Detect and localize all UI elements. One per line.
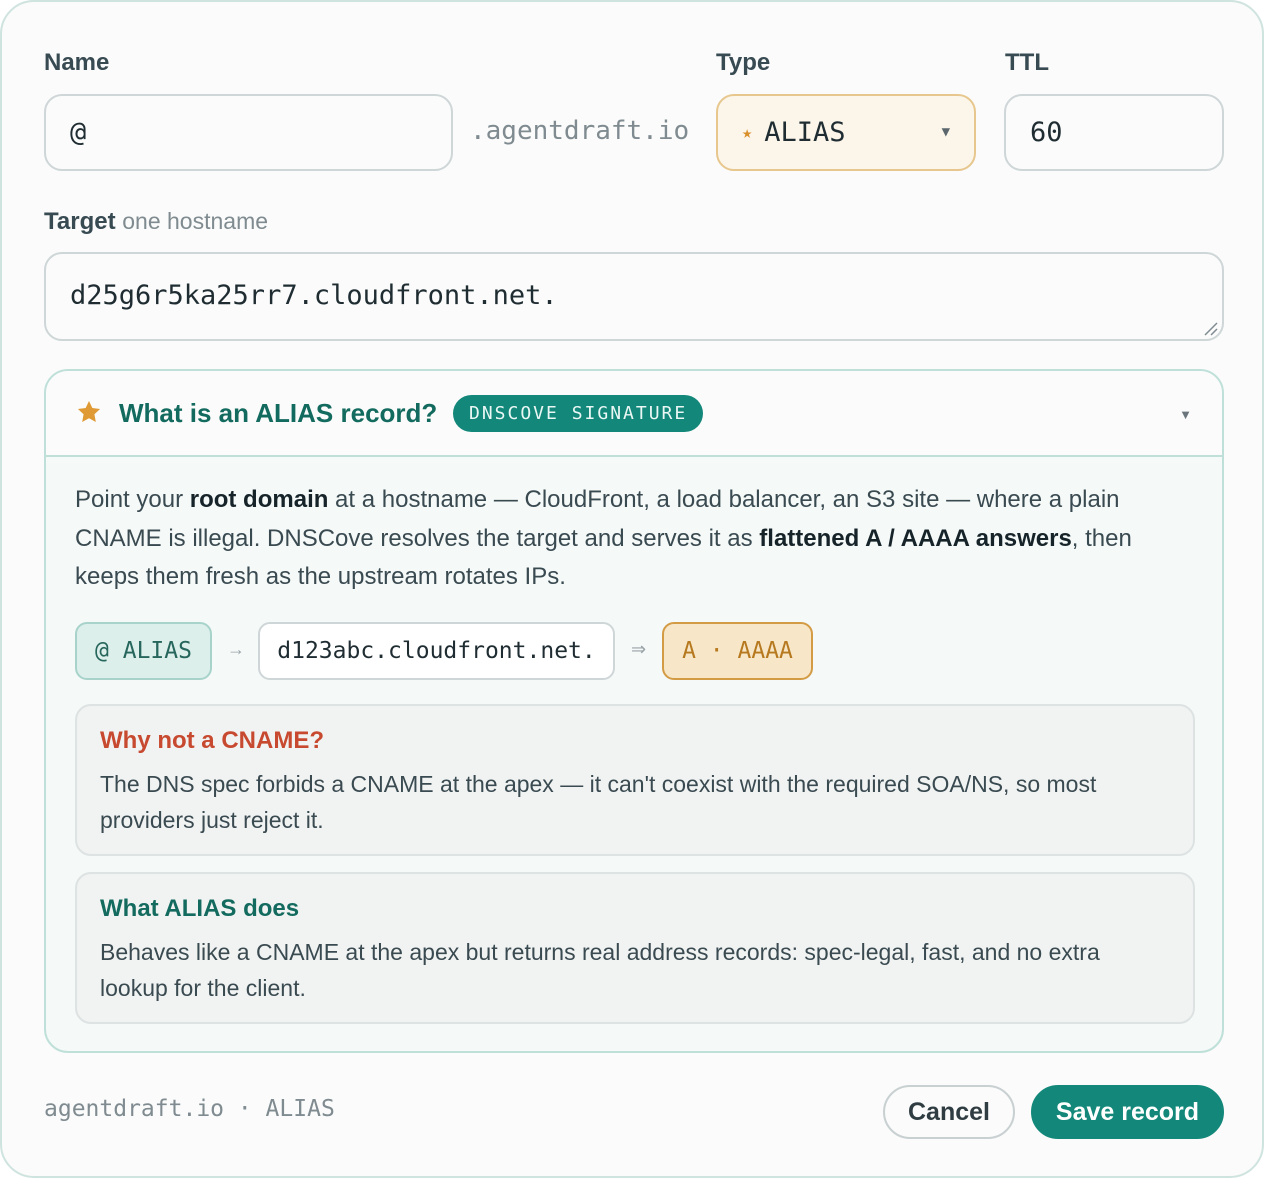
- alias-description: Point your root domain at a hostname — C…: [75, 486, 1132, 590]
- alias-chip: @ ALIAS: [75, 622, 212, 680]
- desc-emphasis-root: root domain: [189, 486, 329, 513]
- save-record-button[interactable]: Save record: [1031, 1085, 1224, 1139]
- target-chip: d123abc.cloudfront.net.: [258, 622, 615, 680]
- answer-chip: A · AAAA: [662, 622, 813, 680]
- chevron-down-icon: ▼: [941, 124, 950, 140]
- ttl-input-value: 60: [1030, 117, 1063, 148]
- type-select-value: ALIAS: [764, 117, 846, 148]
- target-hint: one hostname: [122, 208, 269, 234]
- cancel-button[interactable]: Cancel: [883, 1085, 1015, 1139]
- note-card: What ALIAS does Behaves like a CNAME at …: [75, 872, 1195, 1024]
- target-textarea-value: d25g6r5ka25rr7.cloudfront.net.: [70, 280, 558, 311]
- target-label: Target one hostname: [44, 208, 268, 236]
- ttl-label: TTL: [1005, 49, 1049, 76]
- note-body: Behaves like a CNAME at the apex but ret…: [100, 939, 1100, 1001]
- signature-badge: DNSCOVE SIGNATURE: [453, 395, 704, 432]
- star-icon: ★: [742, 122, 753, 143]
- domain-suffix: .agentdraft.io: [470, 116, 690, 146]
- name-input-value: @: [70, 117, 87, 148]
- panel-title: What is an ALIAS record?: [119, 398, 438, 428]
- dns-record-dialog: Name @ .agentdraft.io Type ★ ALIAS ▼ TTL…: [0, 0, 1264, 1178]
- note-body: The DNS spec forbids a CNAME at the apex…: [100, 771, 1097, 833]
- double-arrow-icon: ⇒: [631, 639, 647, 659]
- note-card: Why not a CNAME? The DNS spec forbids a …: [75, 704, 1195, 856]
- note-title: Why not a CNAME?: [100, 727, 324, 754]
- resize-grip-icon[interactable]: [1202, 320, 1218, 336]
- desc-emphasis-answers: flattened A / AAAA answers: [759, 524, 1072, 552]
- type-select[interactable]: ★ ALIAS ▼: [716, 94, 976, 171]
- record-summary: agentdraft.io · ALIAS: [44, 1096, 335, 1122]
- note-title: What ALIAS does: [100, 895, 300, 922]
- type-label: Type: [716, 49, 771, 76]
- alias-info-toggle[interactable]: What is an ALIAS record? DNSCOVE SIGNATU…: [46, 371, 1222, 457]
- arrow-right-icon: →: [227, 639, 245, 659]
- name-input[interactable]: @: [44, 94, 453, 171]
- ttl-input[interactable]: 60: [1004, 94, 1224, 171]
- alias-info-panel: What is an ALIAS record? DNSCOVE SIGNATU…: [44, 369, 1224, 1053]
- target-label-text: Target: [44, 208, 116, 235]
- chevron-down-icon: ▼: [1179, 407, 1192, 422]
- name-label: Name: [44, 49, 110, 76]
- star-icon: [77, 400, 101, 422]
- target-textarea[interactable]: d25g6r5ka25rr7.cloudfront.net.: [44, 252, 1224, 341]
